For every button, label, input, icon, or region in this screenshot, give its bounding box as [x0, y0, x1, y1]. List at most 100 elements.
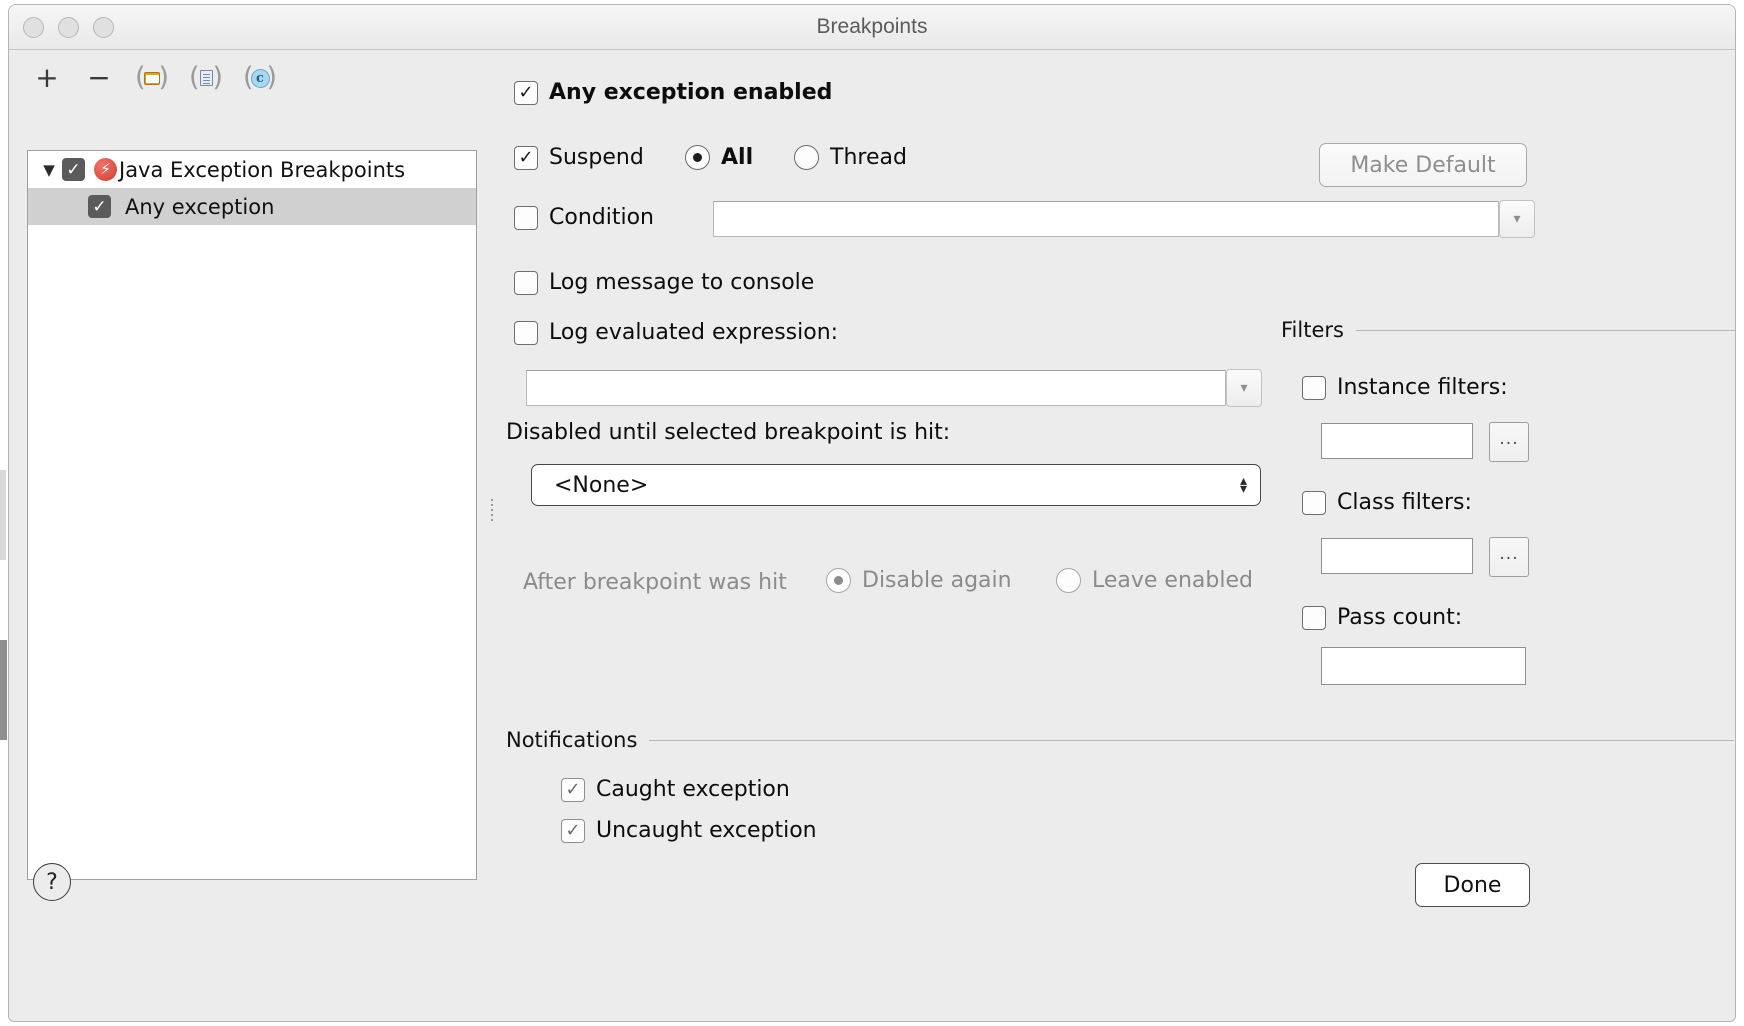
condition-checkbox[interactable]: ✓ — [514, 205, 538, 230]
suspend-row[interactable]: ✓ Suspend — [514, 145, 644, 170]
pass-count-label: Pass count: — [1337, 605, 1463, 630]
after-hit-leave-enabled[interactable]: Leave enabled — [1056, 568, 1253, 593]
instance-filters-browse-button[interactable]: ... — [1489, 422, 1529, 462]
class-filters-row[interactable]: ✓ Class filters: — [1302, 490, 1472, 515]
radio-all[interactable] — [685, 145, 710, 170]
document-icon[interactable]: ( ) — [189, 63, 223, 93]
suspend-label: Suspend — [549, 145, 644, 170]
caught-exception-label: Caught exception — [596, 777, 790, 802]
paren-right-decoration: ) — [212, 62, 223, 93]
disabled-until-value: <None> — [554, 472, 649, 498]
document-glyph — [199, 70, 213, 86]
suspend-checkbox[interactable]: ✓ — [514, 145, 538, 170]
splitter-dot — [491, 519, 493, 521]
class-filters-input[interactable] — [1321, 538, 1473, 574]
log-expression-input[interactable] — [526, 370, 1226, 406]
caught-exception-row[interactable]: ✓ Caught exception — [561, 777, 790, 802]
log-expression-row[interactable]: ✓ Log evaluated expression: — [514, 320, 838, 345]
tree-row-any-exception[interactable]: ✓ Any exception — [28, 188, 476, 225]
uncaught-exception-row[interactable]: ✓ Uncaught exception — [561, 818, 817, 843]
radio-all-label: All — [721, 145, 754, 170]
title-bar: Breakpoints — [9, 5, 1735, 50]
class-filters-browse-button[interactable]: ... — [1489, 537, 1529, 577]
any-exception-enabled-checkbox[interactable]: ✓ — [514, 80, 538, 105]
log-expression-checkbox[interactable]: ✓ — [514, 320, 538, 345]
tree-row-java-exception-breakpoints[interactable]: ▼ ✓ ⚡ Java Exception Breakpoints — [28, 151, 476, 188]
class-filters-label: Class filters: — [1337, 490, 1472, 515]
log-message-row[interactable]: ✓ Log message to console — [514, 270, 814, 295]
after-hit-label: After breakpoint was hit — [523, 570, 787, 595]
instance-filters-row[interactable]: ✓ Instance filters: — [1302, 375, 1508, 400]
radio-leave-enabled[interactable] — [1056, 568, 1081, 593]
dialog-body: + − ( ) ( ) ( c ) ▼ ✓ ⚡ Java Exception B… — [9, 50, 1735, 1021]
add-breakpoint-icon[interactable]: + — [31, 62, 63, 94]
paren-left-decoration: ( — [189, 62, 200, 93]
condition-dropdown-arrow[interactable]: ▾ — [1499, 200, 1535, 238]
exception-icon: ⚡ — [94, 158, 117, 181]
log-expression-label: Log evaluated expression: — [549, 320, 839, 345]
radio-disable-again[interactable] — [826, 568, 851, 593]
radio-thread[interactable] — [794, 145, 819, 170]
radio-dot — [693, 153, 702, 162]
breakpoint-toolbar: + − ( ) ( ) ( c ) — [31, 62, 277, 94]
stepper-icon: ▴ ▾ — [1239, 474, 1247, 497]
radio-thread-label: Thread — [830, 145, 907, 170]
any-exception-enabled-label: Any exception enabled — [549, 80, 833, 105]
background-bleed-strip — [0, 470, 6, 560]
group-divider — [1355, 329, 1735, 331]
condition-label: Condition — [549, 205, 654, 230]
radio-dot — [834, 576, 843, 585]
pass-count-checkbox[interactable]: ✓ — [1302, 605, 1326, 630]
stepper-down-icon: ▾ — [1239, 481, 1247, 497]
paren-left-decoration: ( — [243, 62, 254, 93]
group-divider — [649, 739, 1734, 741]
splitter-dot — [491, 499, 493, 501]
pass-count-row[interactable]: ✓ Pass count: — [1302, 605, 1462, 630]
chevron-down-icon[interactable]: ▼ — [36, 161, 62, 179]
filters-group-header: Filters — [1281, 318, 1735, 342]
suspend-policy-all[interactable]: All — [685, 145, 753, 170]
instance-filters-checkbox[interactable]: ✓ — [1302, 375, 1326, 400]
folder-icon[interactable]: ( ) — [135, 63, 169, 93]
log-message-label: Log message to console — [549, 270, 815, 295]
uncaught-exception-label: Uncaught exception — [596, 818, 817, 843]
pass-count-input[interactable] — [1321, 647, 1526, 685]
paren-right-decoration: ) — [266, 62, 277, 93]
uncaught-exception-checkbox[interactable]: ✓ — [561, 818, 585, 843]
tree-checkbox[interactable]: ✓ — [62, 158, 85, 181]
help-button[interactable]: ? — [33, 863, 71, 901]
radio-leave-enabled-label: Leave enabled — [1092, 568, 1253, 593]
paren-right-decoration: ) — [158, 62, 169, 93]
condition-input[interactable] — [713, 201, 1499, 237]
tree-checkbox[interactable]: ✓ — [88, 195, 111, 218]
caught-exception-checkbox[interactable]: ✓ — [561, 777, 585, 802]
instance-filters-label: Instance filters: — [1337, 375, 1508, 400]
any-exception-enabled-row[interactable]: ✓ Any exception enabled — [514, 80, 832, 105]
instance-filters-input[interactable] — [1321, 423, 1473, 459]
suspend-policy-thread[interactable]: Thread — [794, 145, 907, 170]
log-expression-dropdown-arrow[interactable]: ▾ — [1226, 369, 1262, 407]
disabled-until-label: Disabled until selected breakpoint is hi… — [506, 420, 951, 445]
log-message-checkbox[interactable]: ✓ — [514, 270, 538, 295]
notifications-group-header: Notifications — [506, 728, 1734, 752]
breakpoints-dialog: Breakpoints + − ( ) ( ) ( c ) ▼ ✓ ⚡ Java… — [8, 4, 1736, 1022]
c-circle-icon[interactable]: ( c ) — [243, 63, 277, 93]
remove-breakpoint-icon[interactable]: − — [83, 62, 115, 94]
filters-group-title: Filters — [1281, 318, 1344, 342]
make-default-button[interactable]: Make Default — [1319, 143, 1527, 187]
after-hit-disable-again[interactable]: Disable again — [826, 568, 1012, 593]
breakpoint-settings-panel: ✓ Any exception enabled ✓ Suspend All Th… — [501, 50, 1735, 1021]
splitter-dot — [491, 509, 493, 511]
condition-row[interactable]: ✓ Condition — [514, 205, 654, 230]
disabled-until-popup[interactable]: <None> ▴ ▾ — [531, 464, 1261, 506]
splitter-dot — [491, 504, 493, 506]
tree-item-label: Any exception — [125, 194, 275, 219]
splitter-handle[interactable] — [489, 490, 495, 530]
radio-disable-again-label: Disable again — [862, 568, 1012, 593]
done-button[interactable]: Done — [1415, 863, 1530, 907]
window-title: Breakpoints — [816, 15, 928, 38]
splitter-dot — [491, 514, 493, 516]
tree-item-label: Java Exception Breakpoints — [119, 157, 406, 182]
class-filters-checkbox[interactable]: ✓ — [1302, 490, 1326, 515]
breakpoints-tree[interactable]: ▼ ✓ ⚡ Java Exception Breakpoints ✓ Any e… — [27, 150, 477, 880]
